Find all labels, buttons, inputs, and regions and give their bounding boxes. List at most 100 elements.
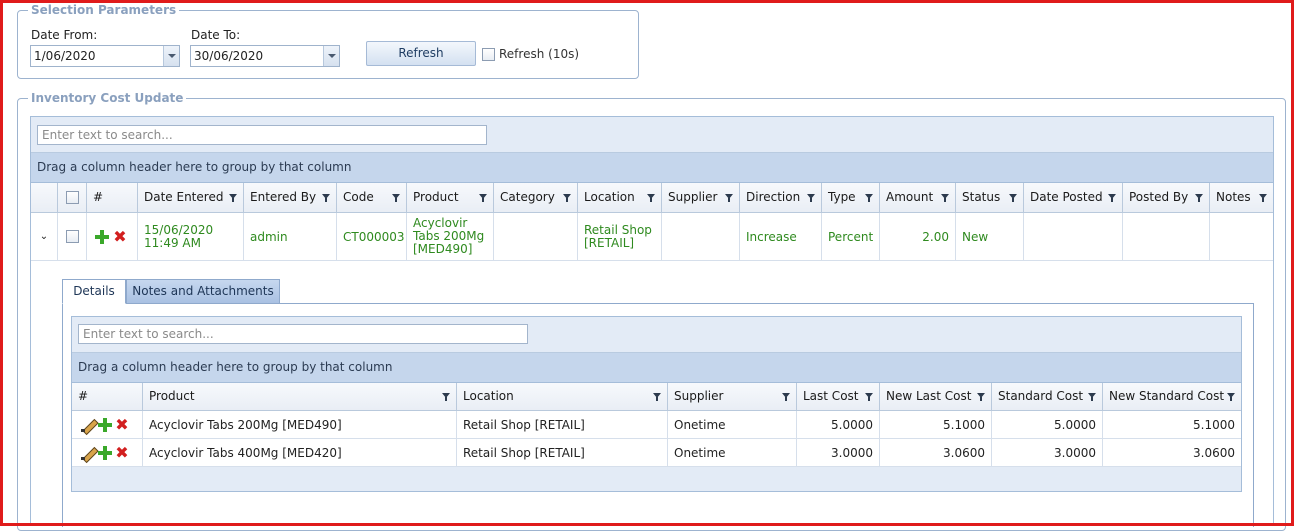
inventory-search-input[interactable]: Enter text to search...	[37, 125, 487, 145]
column-header-hash-label: #	[93, 190, 104, 204]
column-header-supplier-label: Supplier	[668, 190, 718, 204]
row-actions-cell: ✖	[87, 213, 138, 260]
column-header-location[interactable]: Location	[578, 183, 662, 212]
select-all-checkbox[interactable]	[66, 191, 79, 204]
table-row[interactable]: ⌄ ✖ 15/06/2020 11:49 AM admin CT000003 A…	[31, 213, 1273, 261]
delete-icon[interactable]: ✖	[115, 416, 129, 432]
detail-column-header-standard-cost-label: Standard Cost	[998, 389, 1084, 403]
location-cell: Retail Shop [RETAIL]	[578, 213, 662, 260]
column-header-entered-by[interactable]: Entered By	[244, 183, 337, 212]
date-entered-cell: 15/06/2020 11:49 AM	[138, 213, 244, 260]
date-from-dropdown-icon[interactable]	[163, 46, 179, 66]
detail-column-header-new-standard-cost-label: New Standard Cost	[1109, 389, 1225, 403]
add-icon[interactable]	[98, 417, 112, 432]
product-line-3: [MED490]	[413, 242, 473, 256]
type-cell: Percent	[822, 213, 880, 260]
filter-icon[interactable]	[442, 392, 450, 402]
column-header-date-posted[interactable]: Date Posted	[1024, 183, 1123, 212]
filter-icon[interactable]	[941, 193, 949, 203]
date-posted-cell	[1024, 213, 1123, 260]
filter-icon[interactable]	[563, 193, 571, 203]
table-row[interactable]: ✖ Acyclovir Tabs 200Mg [MED490] Retail S…	[72, 411, 1241, 439]
add-icon[interactable]	[95, 229, 109, 244]
column-header-notes-label: Notes	[1216, 190, 1251, 204]
date-entered-time: 11:49 AM	[144, 235, 201, 250]
date-to-dropdown-icon[interactable]	[323, 46, 339, 66]
date-from-field[interactable]: 1/06/2020	[30, 45, 180, 67]
filter-icon[interactable]	[865, 392, 873, 402]
filter-icon[interactable]	[782, 392, 790, 402]
filter-icon[interactable]	[229, 193, 237, 203]
delete-icon[interactable]: ✖	[113, 228, 127, 244]
column-header-amount[interactable]: Amount	[880, 183, 956, 212]
filter-icon[interactable]	[1108, 193, 1116, 203]
chevron-down-icon[interactable]: ⌄	[40, 231, 48, 242]
auto-refresh-checkbox[interactable]	[482, 48, 495, 61]
detail-column-header-standard-cost[interactable]: Standard Cost	[992, 383, 1103, 410]
detail-search-input[interactable]: Enter text to search...	[78, 324, 528, 344]
detail-product-cell: Acyclovir Tabs 200Mg [MED490]	[143, 411, 457, 438]
tab-notes-and-attachments[interactable]: Notes and Attachments	[126, 279, 280, 303]
row-select-checkbox[interactable]	[66, 230, 79, 243]
column-header-date-entered[interactable]: Date Entered	[138, 183, 244, 212]
column-header-code-label: Code	[343, 190, 374, 204]
column-header-posted-by-label: Posted By	[1129, 190, 1189, 204]
location-line-2: [RETAIL]	[584, 235, 635, 250]
date-to-field[interactable]: 30/06/2020	[190, 45, 340, 67]
column-header-supplier[interactable]: Supplier	[662, 183, 740, 212]
detail-column-header-last-cost[interactable]: Last Cost	[797, 383, 880, 410]
detail-location-cell: Retail Shop [RETAIL]	[457, 411, 668, 438]
detail-column-header-new-last-cost[interactable]: New Last Cost	[880, 383, 992, 410]
column-header-posted-by[interactable]: Posted By	[1123, 183, 1210, 212]
detail-column-header-new-standard-cost[interactable]: New Standard Cost	[1103, 383, 1241, 410]
column-header-type[interactable]: Type	[822, 183, 880, 212]
column-header-location-label: Location	[584, 190, 635, 204]
tab-details[interactable]: Details	[62, 279, 126, 304]
filter-icon[interactable]	[322, 193, 330, 203]
column-header-status[interactable]: Status	[956, 183, 1024, 212]
detail-column-header-product[interactable]: Product	[143, 383, 457, 410]
filter-icon[interactable]	[865, 193, 873, 203]
detail-column-header-supplier-label: Supplier	[674, 389, 724, 403]
refresh-button[interactable]: Refresh	[366, 41, 476, 66]
filter-icon[interactable]	[647, 193, 655, 203]
detail-location-cell: Retail Shop [RETAIL]	[457, 439, 668, 466]
filter-icon[interactable]	[479, 193, 487, 203]
product-cell: Acyclovir Tabs 200Mg [MED490]	[407, 213, 494, 260]
column-header-hash[interactable]: #	[87, 183, 138, 212]
inventory-group-panel: Drag a column header here to group by th…	[31, 153, 1273, 183]
column-header-status-label: Status	[962, 190, 1001, 204]
column-header-category[interactable]: Category	[494, 183, 578, 212]
add-icon[interactable]	[98, 445, 112, 460]
detail-column-header-location-label: Location	[463, 389, 514, 403]
filter-icon[interactable]	[977, 392, 985, 402]
filter-icon[interactable]	[1009, 193, 1017, 203]
column-header-direction[interactable]: Direction	[740, 183, 822, 212]
filter-icon[interactable]	[807, 193, 815, 203]
filter-icon[interactable]	[725, 193, 733, 203]
column-header-product[interactable]: Product	[407, 183, 494, 212]
filter-icon[interactable]	[1227, 392, 1235, 402]
edit-icon[interactable]	[81, 418, 95, 432]
filter-icon[interactable]	[653, 392, 661, 402]
detail-column-header-supplier[interactable]: Supplier	[668, 383, 797, 410]
edit-icon[interactable]	[81, 446, 95, 460]
filter-icon[interactable]	[1259, 193, 1267, 203]
inventory-header-row: # Date Entered Entered By Code Product C…	[31, 183, 1273, 213]
inventory-search-row: Enter text to search...	[31, 117, 1273, 153]
detail-new-standard-cost-cell: 3.0600	[1193, 445, 1235, 460]
column-header-code[interactable]: Code	[337, 183, 407, 212]
detail-column-header-hash[interactable]: #	[72, 383, 143, 410]
detail-column-header-location[interactable]: Location	[457, 383, 668, 410]
delete-icon[interactable]: ✖	[115, 444, 129, 460]
filter-icon[interactable]	[1195, 193, 1203, 203]
column-header-date-entered-label: Date Entered	[144, 190, 224, 204]
filter-icon[interactable]	[392, 193, 400, 203]
table-row[interactable]: ✖ Acyclovir Tabs 400Mg [MED420] Retail S…	[72, 439, 1241, 467]
status-cell: New	[956, 213, 1024, 260]
filter-icon[interactable]	[1088, 392, 1096, 402]
column-header-notes[interactable]: Notes	[1210, 183, 1273, 212]
detail-new-last-cost-cell: 5.1000	[880, 411, 992, 438]
expand-cell[interactable]: ⌄	[31, 213, 58, 260]
posted-by-cell	[1123, 213, 1210, 260]
